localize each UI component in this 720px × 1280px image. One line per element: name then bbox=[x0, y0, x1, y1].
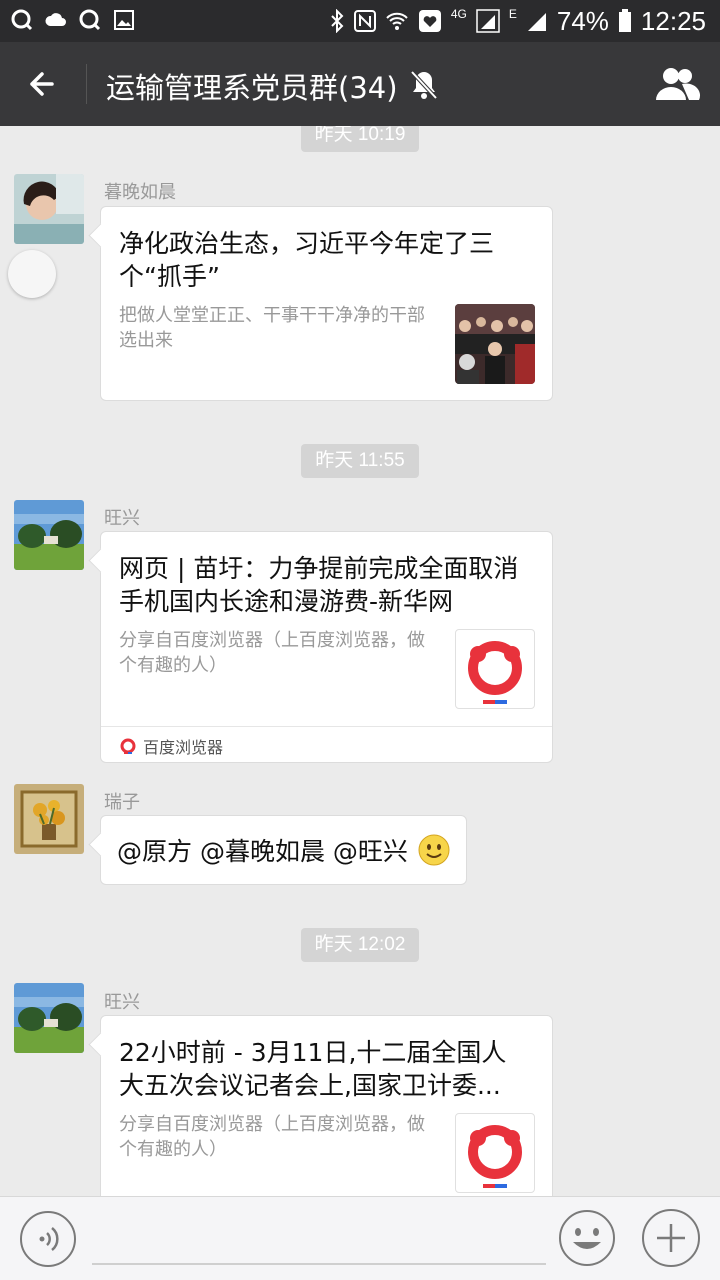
card-description: 分享自百度浏览器（上百度浏览器，做个有趣的人） bbox=[119, 1114, 425, 1160]
mute-bell-icon bbox=[410, 70, 438, 100]
link-card[interactable]: 22小时前 - 3月11日,十二届全国人大五次会议记者会上,国家卫计委... 分… bbox=[100, 1015, 553, 1196]
cloud-icon bbox=[45, 13, 66, 26]
baidu-browser-logo bbox=[455, 1113, 535, 1193]
status-bar: 4G E 74% 12:25 bbox=[0, 0, 720, 42]
network-e-label: E bbox=[508, 7, 517, 21]
avatar[interactable] bbox=[14, 983, 84, 1053]
chat-header: 运输管理系党员群(34) bbox=[0, 42, 720, 126]
avatar[interactable] bbox=[14, 500, 84, 570]
sender-name: 旺兴 bbox=[104, 508, 140, 529]
timestamp: 昨天 10:19 bbox=[301, 126, 419, 152]
chat-input-bar bbox=[0, 1196, 720, 1280]
card-description: 把做人堂堂正正、干事干干净净的干部选出来 bbox=[119, 305, 425, 351]
card-source-label: 百度浏览器 bbox=[143, 738, 224, 757]
voice-icon bbox=[39, 1227, 59, 1251]
page-title: 运输管理系党员群(34) bbox=[106, 71, 398, 105]
card-title: 净化政治生态，习近平今年定了三个“抓手” bbox=[119, 229, 495, 291]
signal-icon bbox=[476, 9, 500, 33]
voice-input-button[interactable] bbox=[20, 1211, 76, 1267]
back-arrow-icon[interactable] bbox=[22, 62, 66, 106]
timestamp: 昨天 11:55 bbox=[301, 444, 419, 478]
sender-name: 暮晚如晨 bbox=[104, 182, 176, 203]
avatar[interactable] bbox=[14, 174, 84, 244]
message-text: @原方 @暮晚如晨 @旺兴 bbox=[117, 837, 408, 866]
card-title: 22小时前 - 3月11日,十二届全国人大五次会议记者会上,国家卫计委... bbox=[119, 1038, 507, 1100]
message-input[interactable] bbox=[92, 1263, 546, 1265]
battery-icon bbox=[618, 9, 631, 32]
baidu-browser-logo bbox=[455, 629, 535, 709]
bluetooth-icon bbox=[331, 9, 344, 33]
qq-icon bbox=[11, 9, 33, 31]
emoji-button-icon[interactable] bbox=[558, 1209, 616, 1267]
qq-icon bbox=[79, 9, 101, 31]
group-members-icon[interactable] bbox=[652, 64, 702, 104]
chat-message-list[interactable]: 昨天 10:19 暮晚如晨 净化政治生态，习近平今年定了三个“抓手” 把做人堂堂… bbox=[0, 126, 720, 1196]
text-message-bubble[interactable]: @原方 @暮晚如晨 @旺兴 bbox=[100, 815, 467, 885]
battery-percent: 74% bbox=[556, 5, 609, 36]
baidu-browser-icon bbox=[120, 738, 136, 754]
network-4g-label: 4G bbox=[450, 7, 467, 21]
nfc-icon bbox=[353, 10, 376, 32]
header-divider bbox=[86, 64, 87, 104]
sender-name: 瑞子 bbox=[104, 792, 140, 813]
card-source-footer: 百度浏览器 bbox=[101, 726, 552, 762]
link-card[interactable]: 净化政治生态，习近平今年定了三个“抓手” 把做人堂堂正正、干事干干净净的干部选出… bbox=[100, 206, 553, 401]
image-icon bbox=[114, 10, 134, 30]
card-thumbnail bbox=[455, 304, 535, 384]
smile-emoji-icon bbox=[418, 834, 450, 866]
more-options-button[interactable] bbox=[642, 1209, 700, 1267]
sender-name: 旺兴 bbox=[104, 992, 140, 1013]
avatar[interactable] bbox=[14, 784, 84, 854]
link-card[interactable]: 网页 | 苗圩：力争提前完成全面取消手机国内长途和漫游费-新华网 分享自百度浏览… bbox=[100, 531, 553, 763]
heart-icon bbox=[418, 10, 441, 32]
wifi-icon bbox=[386, 12, 408, 30]
timestamp: 昨天 12:02 bbox=[301, 928, 419, 962]
floating-assistant-button[interactable] bbox=[8, 250, 56, 298]
card-title: 网页 | 苗圩：力争提前完成全面取消手机国内长途和漫游费-新华网 bbox=[119, 554, 519, 616]
signal-icon bbox=[527, 13, 546, 31]
plus-icon bbox=[657, 1224, 685, 1252]
clock: 12:25 bbox=[640, 5, 706, 36]
card-description: 分享自百度浏览器（上百度浏览器，做个有趣的人） bbox=[119, 630, 425, 676]
